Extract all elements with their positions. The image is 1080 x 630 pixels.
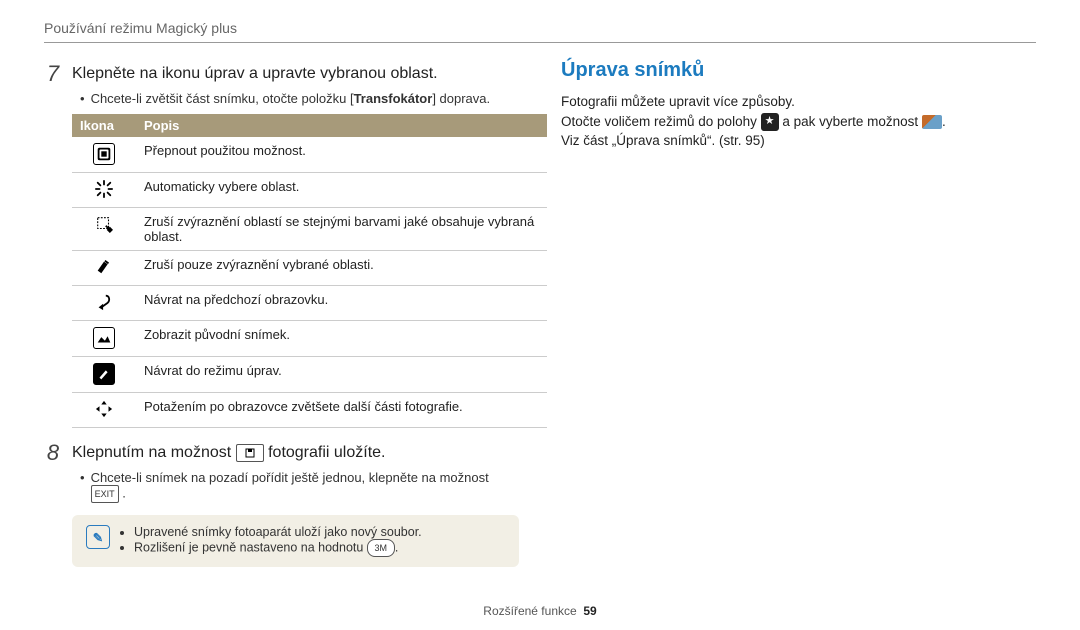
divider xyxy=(44,42,1036,43)
step-text: Klepněte na ikonu úprav a upravte vybran… xyxy=(72,63,438,83)
cell-desc: Potažením po obrazovce zvětšete další čá… xyxy=(136,393,547,428)
toggle-option-icon xyxy=(93,143,115,165)
cell-desc: Zruší pouze zvýraznění vybrané oblasti. xyxy=(136,251,547,286)
table-row: Návrat do režimu úprav. xyxy=(72,357,547,393)
mode-dial-icon: ★ xyxy=(761,113,779,131)
deselect-similar-icon xyxy=(94,214,114,234)
table-row: Přepnout použitou možnost. xyxy=(72,137,547,173)
step-7: 7 Klepněte na ikonu úprav a upravte vybr… xyxy=(44,63,519,85)
cell-desc: Návrat do režimu úprav. xyxy=(136,357,547,393)
cell-desc: Návrat na předchozí obrazovku. xyxy=(136,286,547,321)
right-column: Úprava snímků Fotografii můžete upravit … xyxy=(561,59,1036,567)
breadcrumb: Používání režimu Magický plus xyxy=(44,20,1036,36)
th-desc: Popis xyxy=(136,114,547,137)
body-text: Fotografii můžete upravit více způsoby. … xyxy=(561,92,1036,151)
table-row: Potažením po obrazovce zvětšete další čá… xyxy=(72,393,547,428)
deselect-area-icon xyxy=(94,257,114,277)
note-box: ✎ Upravené snímky fotoaparát uloží jako … xyxy=(72,515,519,567)
note-item: Upravené snímky fotoaparát uloží jako no… xyxy=(134,525,422,539)
section-heading: Úprava snímků xyxy=(561,59,1036,82)
photo-edit-icon xyxy=(922,115,942,129)
table-row: Zruší pouze zvýraznění vybrané oblasti. xyxy=(72,251,547,286)
save-icon xyxy=(236,444,264,462)
pan-zoom-icon xyxy=(94,399,114,419)
table-row: Automaticky vybere oblast. xyxy=(72,173,547,208)
page-footer: Rozšířené funkce 59 xyxy=(0,604,1080,618)
step-text: Klepnutím na možnost fotografii uložíte. xyxy=(72,442,386,462)
table-row: Zobrazit původní snímek. xyxy=(72,321,547,357)
step-8: 8 Klepnutím na možnost fotografii uložít… xyxy=(44,442,519,464)
step-number: 8 xyxy=(44,442,62,464)
table-row: Zruší zvýraznění oblastí se stejnými bar… xyxy=(72,208,547,251)
edit-mode-icon xyxy=(93,363,115,385)
auto-select-icon xyxy=(94,179,114,199)
resolution-badge: 3M xyxy=(367,539,395,557)
cell-desc: Přepnout použitou možnost. xyxy=(136,137,547,173)
icon-table: Ikona Popis Přepnout použitou možnost. A… xyxy=(72,114,547,428)
left-column: 7 Klepněte na ikonu úprav a upravte vybr… xyxy=(44,59,519,567)
step-8-bullet: Chcete-li snímek na pozadí pořídit ještě… xyxy=(80,470,519,503)
table-row: Návrat na předchozí obrazovku. xyxy=(72,286,547,321)
step-7-bullet: Chcete-li zvětšit část snímku, otočte po… xyxy=(80,91,519,106)
cell-desc: Zruší zvýraznění oblastí se stejnými bar… xyxy=(136,208,547,251)
step-number: 7 xyxy=(44,63,62,85)
th-icon: Ikona xyxy=(72,114,136,137)
cell-desc: Zobrazit původní snímek. xyxy=(136,321,547,357)
show-original-icon xyxy=(93,327,115,349)
note-icon: ✎ xyxy=(86,525,110,549)
cell-desc: Automaticky vybere oblast. xyxy=(136,173,547,208)
exit-button-icon: EXIT xyxy=(91,485,119,503)
back-icon xyxy=(94,292,114,312)
note-item: Rozlišení je pevně nastaveno na hodnotu … xyxy=(134,539,422,557)
